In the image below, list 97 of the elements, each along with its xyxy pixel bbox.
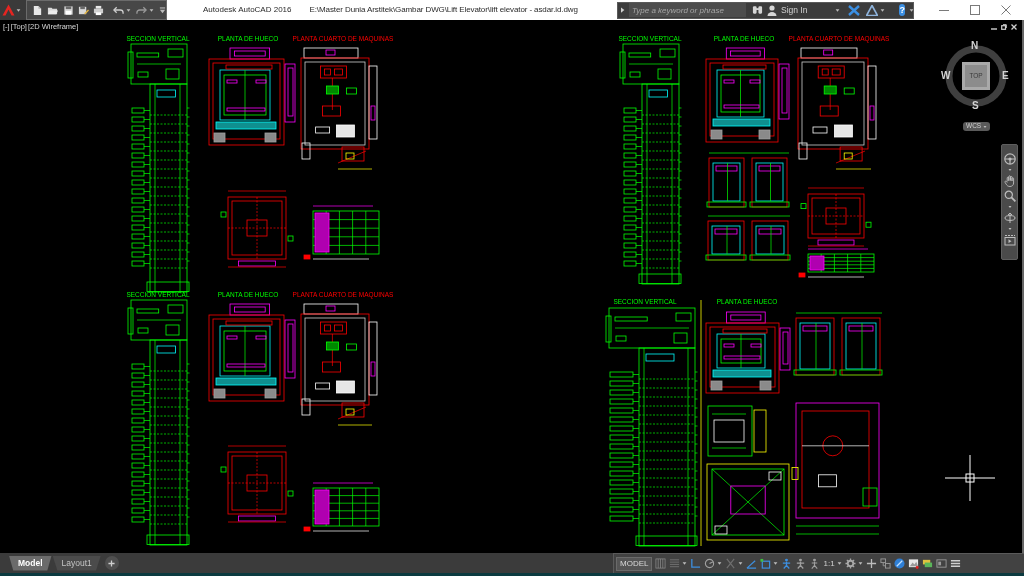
caret-right-icon [620, 7, 625, 13]
workspace-button[interactable] [844, 556, 863, 571]
wall-detail-drawing [707, 405, 767, 457]
caret-icon [836, 561, 842, 566]
pan-button[interactable] [1003, 175, 1016, 187]
caret-icon [857, 561, 863, 566]
orbit-button[interactable] [1003, 212, 1016, 224]
figure-icon [781, 558, 793, 569]
app-title: Autodesk AutoCAD 2016 [203, 4, 292, 16]
printer-icon [93, 4, 105, 16]
add-layout-button[interactable] [104, 556, 119, 570]
application-menu-button[interactable] [0, 0, 26, 20]
compass-direction-label[interactable]: E [1002, 70, 1009, 81]
auto-scale-button[interactable] [795, 556, 807, 571]
settings-icon [844, 558, 856, 569]
caret-icon [773, 561, 779, 566]
close-icon [1011, 24, 1017, 30]
grid-icon [655, 558, 667, 569]
viewport-close-button[interactable] [1011, 24, 1017, 30]
stacked-cards-icon [921, 558, 933, 569]
plus-icon [108, 559, 116, 567]
clean-screen-button[interactable] [935, 556, 947, 571]
polar-tracking-button[interactable] [704, 556, 723, 571]
square-snap-icon [760, 558, 772, 569]
layout-tab[interactable]: Model [9, 555, 52, 571]
annotation-visibility-button[interactable] [781, 556, 793, 571]
properties-icon [879, 558, 891, 569]
showmotion-button[interactable] [1003, 234, 1016, 246]
help-menu-button[interactable] [908, 7, 914, 13]
triangle-icon [866, 4, 879, 16]
caret-icon [835, 7, 841, 13]
sign-in-button[interactable]: Sign In [767, 3, 808, 17]
x-mark-icon [848, 4, 861, 16]
sign-in-menu-button[interactable] [835, 7, 841, 13]
window-icon [935, 558, 947, 569]
caret-icon [908, 7, 914, 13]
viewport-restore-button[interactable] [1001, 24, 1007, 30]
layout-tab[interactable]: Layout1 [52, 555, 101, 571]
quick-properties-button[interactable] [879, 556, 891, 571]
compass-direction-label[interactable]: S [972, 100, 979, 111]
zoom-button[interactable] [1003, 190, 1016, 202]
object-snap-button[interactable] [760, 556, 779, 571]
steering-wheel-button[interactable] [1003, 153, 1016, 165]
undo-icon [113, 5, 125, 15]
annotation-scale-button[interactable]: 1:1 [823, 556, 842, 571]
search-button[interactable] [752, 5, 763, 15]
plus-icon [865, 558, 877, 569]
exchange-button[interactable] [848, 4, 861, 16]
restore-icon [1001, 24, 1007, 30]
image-warning-icon [907, 558, 919, 569]
new-button[interactable] [31, 3, 44, 17]
compass-direction-label[interactable]: N [971, 40, 979, 51]
person-icon [767, 4, 777, 16]
compass-direction-label[interactable]: W [941, 70, 951, 81]
redo-icon [136, 5, 148, 15]
search-field[interactable]: Type a keyword or phrase [629, 3, 746, 17]
floor-plan-drawing [800, 187, 872, 247]
crossed-lines-icon [725, 558, 737, 569]
expand-button[interactable] [620, 7, 625, 13]
maximize-icon [969, 5, 980, 15]
binoculars-icon [752, 5, 763, 15]
save-button[interactable] [61, 3, 75, 17]
save-as-icon [77, 4, 89, 16]
caret-icon [149, 7, 155, 13]
dropdown-icon [159, 6, 167, 14]
crosshair-icon [945, 455, 995, 501]
drawing-canvas[interactable] [0, 20, 1024, 553]
hand-icon [1003, 175, 1016, 187]
film-icon [1003, 234, 1016, 246]
triangle-logo-icon [2, 4, 15, 16]
orbit-icon [1003, 212, 1016, 224]
caret-icon [717, 561, 723, 566]
caret-icon [682, 561, 688, 566]
model-space-button[interactable]: MODEL [616, 556, 653, 571]
print-button[interactable] [92, 3, 106, 17]
hardware-acceleration-button[interactable] [907, 556, 919, 571]
circle-slash-icon [893, 558, 905, 569]
circle-angle-icon [704, 558, 716, 569]
file-path: E:\Master Dunia Arstitek\Gambar DWG\Lift Elevator\lift elevator - asdar.id.dwg [309, 4, 578, 16]
angle-icon [746, 558, 758, 569]
close-icon [1000, 5, 1011, 15]
annotation-monitor-button[interactable] [865, 556, 877, 571]
horizontal-lines-icon [669, 558, 681, 569]
right-angle-icon [690, 558, 702, 569]
caret-icon [983, 124, 988, 129]
caret-icon [738, 561, 744, 566]
ortho-mode-button[interactable] [690, 556, 702, 571]
caret-icon [126, 7, 132, 13]
zoom-icon [1003, 190, 1016, 202]
new-document-icon [31, 4, 43, 16]
steering-wheel-icon [1003, 153, 1016, 165]
save-icon [62, 4, 74, 16]
connect-button[interactable] [866, 4, 886, 16]
figure-icon [795, 558, 807, 569]
caret-icon [880, 7, 886, 13]
isolate-objects-button[interactable] [893, 556, 905, 571]
menu-icon [949, 558, 961, 569]
